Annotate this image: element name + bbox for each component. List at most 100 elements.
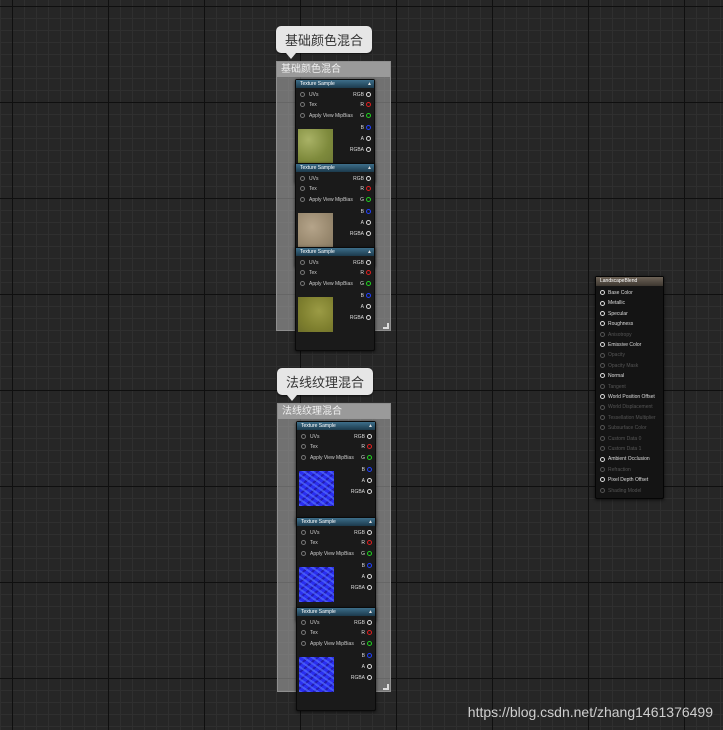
triangle-up-icon[interactable]: ▲ bbox=[368, 608, 373, 616]
blend-input-pin[interactable]: Tessellation Multiplier bbox=[600, 415, 656, 421]
output-pin-r[interactable]: R bbox=[360, 186, 371, 192]
triangle-up-icon[interactable]: ▲ bbox=[367, 248, 372, 256]
comment-bubble-normal[interactable]: 法线纹理混合 bbox=[277, 368, 374, 401]
input-pin-tex[interactable]: Tex bbox=[300, 270, 317, 276]
input-pin-tex[interactable]: Tex bbox=[301, 540, 318, 546]
blend-input-pin[interactable]: Ambient Occlusion bbox=[600, 456, 650, 462]
blend-input-pin[interactable]: Custom Data 0 bbox=[600, 436, 641, 442]
output-pin-rgba[interactable]: RGBA bbox=[350, 315, 371, 321]
output-pin-rgba[interactable]: RGBA bbox=[350, 147, 371, 153]
triangle-up-icon[interactable]: ▲ bbox=[368, 422, 373, 430]
comment-bubble-base-color[interactable]: 基础颜色混合 bbox=[276, 26, 373, 59]
blend-input-pin[interactable]: Tangent bbox=[600, 384, 626, 390]
output-pin-rgba[interactable]: RGBA bbox=[350, 231, 371, 237]
node-header[interactable]: Texture Sample ▲ bbox=[296, 164, 374, 172]
output-pin-a[interactable]: A bbox=[361, 220, 371, 226]
node-header[interactable]: Texture Sample ▲ bbox=[296, 80, 374, 88]
output-pin-b[interactable]: B bbox=[362, 467, 372, 473]
output-pin-b[interactable]: B bbox=[361, 209, 371, 215]
output-pin-g[interactable]: G bbox=[361, 455, 372, 461]
blend-input-pin[interactable]: World Position Offset bbox=[600, 394, 655, 400]
blend-input-pin[interactable]: World Displacement bbox=[600, 404, 653, 410]
input-pin-mipbias[interactable]: Apply View MipBias bbox=[301, 641, 354, 647]
triangle-up-icon[interactable]: ▲ bbox=[367, 80, 372, 88]
resize-handle[interactable] bbox=[383, 323, 389, 329]
comment-header[interactable]: 法线纹理混合 bbox=[278, 404, 390, 419]
blend-input-pin[interactable]: Custom Data 1 bbox=[600, 446, 641, 452]
blend-input-pin[interactable]: Pixel Depth Offset bbox=[600, 477, 648, 483]
blend-input-pin[interactable]: Shading Model bbox=[600, 488, 641, 494]
texture-sample-node[interactable]: Texture Sample ▲ UVs Tex Apply View MipB… bbox=[296, 607, 376, 711]
node-header[interactable]: Texture Sample ▲ bbox=[297, 422, 375, 430]
output-pin-b[interactable]: B bbox=[362, 563, 372, 569]
blend-input-pin[interactable]: Emissive Color bbox=[600, 342, 641, 348]
input-pin-mipbias[interactable]: Apply View MipBias bbox=[300, 281, 353, 287]
output-pin-rgba[interactable]: RGBA bbox=[351, 585, 372, 591]
input-pin-uvs[interactable]: UVs bbox=[300, 92, 318, 98]
blend-input-pin[interactable]: Opacity Mask bbox=[600, 363, 638, 369]
resize-handle[interactable] bbox=[383, 684, 389, 690]
blend-input-pin[interactable]: Refraction bbox=[600, 467, 631, 473]
output-pin-b[interactable]: B bbox=[362, 653, 372, 659]
node-header[interactable]: Texture Sample ▲ bbox=[297, 608, 375, 616]
output-pin-rgba[interactable]: RGBA bbox=[351, 489, 372, 495]
output-pin-g[interactable]: G bbox=[360, 113, 371, 119]
node-header[interactable]: Texture Sample ▲ bbox=[296, 248, 374, 256]
blend-input-pin[interactable]: Base Color bbox=[600, 290, 633, 296]
output-pin-rgb[interactable]: RGB bbox=[354, 530, 372, 536]
output-pin-r[interactable]: R bbox=[361, 630, 372, 636]
input-pin-uvs[interactable]: UVs bbox=[301, 434, 319, 440]
output-pin-r[interactable]: R bbox=[361, 444, 372, 450]
texture-sample-node[interactable]: Texture Sample ▲ UVs Tex Apply View MipB… bbox=[295, 247, 375, 351]
output-pin-rgba[interactable]: RGBA bbox=[351, 675, 372, 681]
blend-input-pin[interactable]: Subsurface Color bbox=[600, 425, 647, 431]
texture-sample-node[interactable]: Texture Sample ▲ UVs Tex Apply View MipB… bbox=[296, 421, 376, 525]
input-pin-mipbias[interactable]: Apply View MipBias bbox=[300, 113, 353, 119]
triangle-up-icon[interactable]: ▲ bbox=[368, 518, 373, 526]
input-pin-uvs[interactable]: UVs bbox=[301, 530, 319, 536]
triangle-up-icon[interactable]: ▲ bbox=[367, 164, 372, 172]
input-pin-tex[interactable]: Tex bbox=[300, 102, 317, 108]
output-pin-a[interactable]: A bbox=[362, 664, 372, 670]
blend-input-pin[interactable]: Specular bbox=[600, 311, 628, 317]
output-pin-a[interactable]: A bbox=[362, 478, 372, 484]
node-header[interactable]: LandscapeBlend bbox=[596, 277, 663, 286]
output-pin-g[interactable]: G bbox=[360, 281, 371, 287]
output-pin-r[interactable]: R bbox=[361, 540, 372, 546]
blend-input-pin[interactable]: Opacity bbox=[600, 352, 625, 358]
pin-label: RGB bbox=[354, 434, 365, 440]
output-pin-g[interactable]: G bbox=[361, 551, 372, 557]
node-header[interactable]: Texture Sample ▲ bbox=[297, 518, 375, 526]
texture-sample-node[interactable]: Texture Sample ▲ UVs Tex Apply View MipB… bbox=[296, 517, 376, 621]
output-pin-rgb[interactable]: RGB bbox=[353, 260, 371, 266]
blend-input-pin[interactable]: Anisotropy bbox=[600, 332, 632, 338]
output-pin-g[interactable]: G bbox=[361, 641, 372, 647]
output-pin-a[interactable]: A bbox=[362, 574, 372, 580]
input-pin-tex[interactable]: Tex bbox=[301, 630, 318, 636]
output-pin-a[interactable]: A bbox=[361, 136, 371, 142]
input-pin-mipbias[interactable]: Apply View MipBias bbox=[301, 455, 354, 461]
output-pin-rgb[interactable]: RGB bbox=[354, 620, 372, 626]
input-pin-mipbias[interactable]: Apply View MipBias bbox=[301, 551, 354, 557]
input-pin-tex[interactable]: Tex bbox=[301, 444, 318, 450]
output-pin-r[interactable]: R bbox=[360, 102, 371, 108]
output-pin-b[interactable]: B bbox=[361, 125, 371, 131]
output-pin-b[interactable]: B bbox=[361, 293, 371, 299]
comment-header[interactable]: 基础颜色混合 bbox=[277, 62, 390, 77]
output-pin-rgb[interactable]: RGB bbox=[354, 434, 372, 440]
input-pin-uvs[interactable]: UVs bbox=[300, 176, 318, 182]
input-pin-tex[interactable]: Tex bbox=[300, 186, 317, 192]
blend-input-pin[interactable]: Normal bbox=[600, 373, 624, 379]
pin-dot-icon bbox=[600, 373, 605, 379]
input-pin-uvs[interactable]: UVs bbox=[300, 260, 318, 266]
blend-input-pin[interactable]: Metallic bbox=[600, 300, 625, 306]
blend-input-pin[interactable]: Roughness bbox=[600, 321, 633, 327]
output-pin-a[interactable]: A bbox=[361, 304, 371, 310]
output-pin-r[interactable]: R bbox=[360, 270, 371, 276]
input-pin-uvs[interactable]: UVs bbox=[301, 620, 319, 626]
output-pin-rgb[interactable]: RGB bbox=[353, 92, 371, 98]
landscape-blend-node[interactable]: LandscapeBlend Base Color Metallic Specula… bbox=[595, 276, 664, 499]
output-pin-g[interactable]: G bbox=[360, 197, 371, 203]
input-pin-mipbias[interactable]: Apply View MipBias bbox=[300, 197, 353, 203]
output-pin-rgb[interactable]: RGB bbox=[353, 176, 371, 182]
